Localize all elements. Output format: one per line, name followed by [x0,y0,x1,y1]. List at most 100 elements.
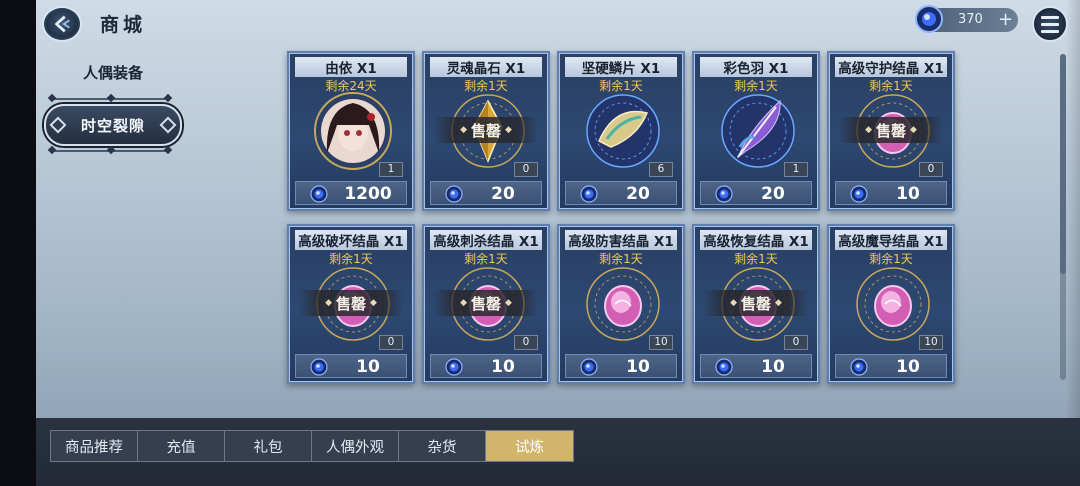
gem-currency-icon [850,185,868,203]
shop-item-card[interactable]: 彩色羽 X1 剩余1天 1 20 [692,51,820,211]
price-button[interactable]: 10 [835,181,947,205]
ornament-icon: ◆ [460,125,467,135]
price-button[interactable]: 10 [565,354,677,378]
sold-out-label: 售罄 [470,294,501,313]
item-title: 坚硬鳞片 X1 [581,61,661,77]
item-title: 彩色羽 X1 [723,61,789,77]
diamond-ornament-icon [49,116,67,134]
item-price: 10 [761,357,785,377]
menu-button[interactable] [1032,6,1068,42]
shop-item-card[interactable]: 高级防害结晶 X1 剩余1天 10 10 [557,224,685,384]
item-price: 10 [896,357,920,377]
item-title: 高级刺杀结晶 X1 [433,234,539,250]
gem-currency-icon [715,358,733,376]
gem-currency-icon [580,185,598,203]
item-title-bar: 高级恢复结晶 X1 [700,230,812,250]
tab-2[interactable]: 礼包 [225,431,312,461]
sold-out-banner: ◆ 售罄 ◆ [299,290,403,316]
gem-currency-icon [580,358,598,376]
price-button[interactable]: 20 [565,181,677,205]
item-title-bar: 灵魂晶石 X1 [430,57,542,77]
sold-out-label: 售罄 [470,121,501,140]
shop-item-card[interactable]: 高级恢复结晶 X1 剩余1天 ◆ 售罄 ◆ 0 10 [692,224,820,384]
price-button[interactable]: 20 [430,181,542,205]
shop-item-card[interactable]: 高级守护结晶 X1 剩余1天 ◆ 售罄 ◆ 0 10 [827,51,955,211]
item-title: 灵魂晶石 X1 [446,61,526,77]
pink-crystal-icon [586,267,660,341]
item-stock-count: 1 [379,162,403,177]
shop-item-card[interactable]: 高级刺杀结晶 X1 剩余1天 ◆ 售罄 ◆ 0 10 [422,224,550,384]
ornament-icon: ◆ [460,298,467,308]
side-nav-label[interactable]: 人偶装备 [70,62,156,83]
item-title: 高级守护结晶 X1 [838,61,944,77]
item-stock-count: 0 [514,335,538,350]
right-shade [1066,0,1080,486]
gem-currency-icon [715,185,733,203]
price-button[interactable]: 10 [295,354,407,378]
ornament-icon: ◆ [775,298,782,308]
shop-item-card[interactable]: 坚硬鳞片 X1 剩余1天 6 20 [557,51,685,211]
add-currency-button[interactable]: + [998,9,1013,30]
tab-1[interactable]: 充值 [138,431,225,461]
sold-out-banner: ◆ 售罄 ◆ [839,117,943,143]
ornament-icon: ◆ [370,298,377,308]
item-stock-count: 10 [649,335,673,350]
gem-currency-icon [850,358,868,376]
item-price: 10 [896,184,920,204]
price-button[interactable]: 10 [835,354,947,378]
item-stock-count: 10 [919,335,943,350]
item-stock-count: 0 [784,335,808,350]
item-title-bar: 高级破坏结晶 X1 [295,230,407,250]
item-stock-count: 0 [379,335,403,350]
shop-tabs: 商品推荐 充值 礼包 人偶外观 杂货 试炼 [50,430,574,462]
item-title-bar: 高级魔导结晶 X1 [835,230,947,250]
item-title: 高级魔导结晶 X1 [838,234,944,250]
currency-display: 370 + [915,5,1018,33]
shop-item-card[interactable]: 灵魂晶石 X1 剩余1天 ◆ 售罄 ◆ 0 20 [422,51,550,211]
shop-item-card[interactable]: 高级魔导结晶 X1 剩余1天 10 10 [827,224,955,384]
diamond-ornament-icon [159,116,177,134]
scrollbar-thumb[interactable] [1060,54,1066,274]
item-price: 10 [356,357,380,377]
side-nav-item-active[interactable]: 时空裂隙 [44,104,182,146]
price-button[interactable]: 10 [700,354,812,378]
scale-icon [586,94,660,168]
sold-out-label: 售罄 [875,121,906,140]
gem-currency-icon [445,358,463,376]
tab-0[interactable]: 商品推荐 [51,431,138,461]
price-button[interactable]: 10 [430,354,542,378]
item-price: 1200 [344,184,392,204]
ornament-icon: ◆ [865,125,872,135]
item-price: 20 [491,184,515,204]
item-title-bar: 彩色羽 X1 [700,57,812,77]
item-stock-count: 0 [919,162,943,177]
item-title: 高级破坏结晶 X1 [298,234,404,250]
feather-icon [721,94,795,168]
sold-out-banner: ◆ 售罄 ◆ [434,117,538,143]
divider-ornament [48,94,173,103]
item-stock-count: 1 [784,162,808,177]
tab-4[interactable]: 杂货 [399,431,486,461]
item-price: 10 [626,357,650,377]
back-button[interactable] [42,6,82,42]
back-arrow-icon [55,15,70,33]
divider-ornament [48,146,173,155]
shop-item-card[interactable]: 高级破坏结晶 X1 剩余1天 ◆ 售罄 ◆ 0 10 [287,224,415,384]
item-title-bar: 高级刺杀结晶 X1 [430,230,542,250]
page-title: 商城 [100,14,147,36]
sold-out-label: 售罄 [740,294,771,313]
item-title: 高级恢复结晶 X1 [703,234,809,250]
price-button[interactable]: 1200 [295,181,407,205]
sold-out-label: 售罄 [335,294,366,313]
character-portrait-icon [314,92,392,170]
ornament-icon: ◆ [505,298,512,308]
tab-5[interactable]: 试炼 [486,431,573,461]
item-title: 由依 X1 [325,61,377,77]
tab-3[interactable]: 人偶外观 [312,431,399,461]
price-button[interactable]: 20 [700,181,812,205]
sold-out-banner: ◆ 售罄 ◆ [434,290,538,316]
item-stock-count: 0 [514,162,538,177]
shop-item-card[interactable]: 由依 X1 剩余24天 1 1200 [287,51,415,211]
side-nav-item-label: 时空裂隙 [80,116,145,135]
ornament-icon: ◆ [730,298,737,308]
